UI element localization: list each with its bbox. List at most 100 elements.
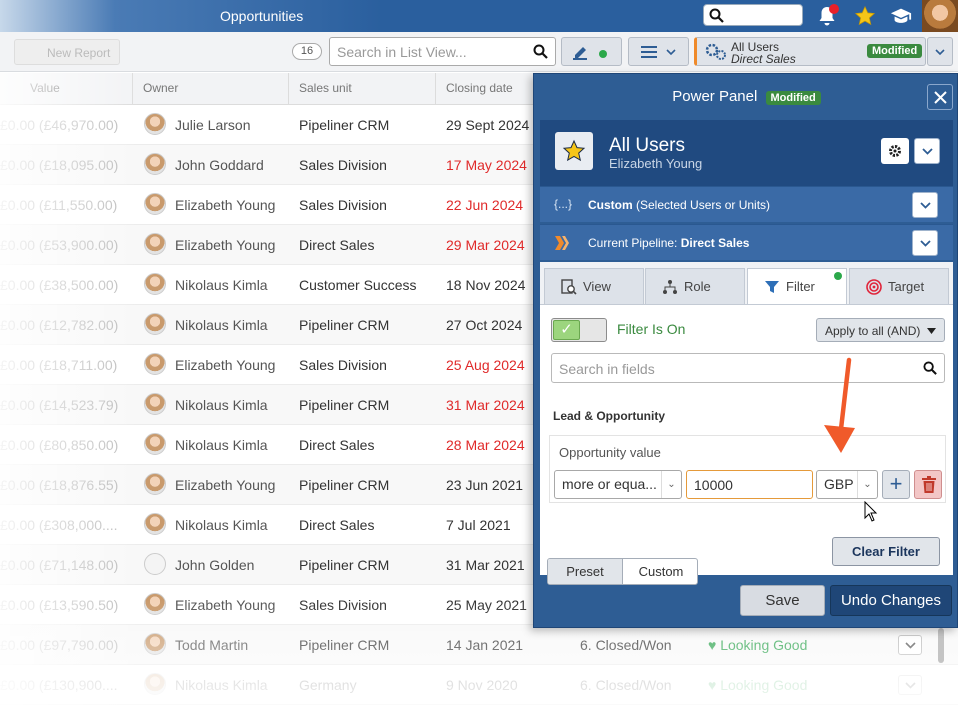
table-row[interactable]: £0.00 (£130,900.... Nikolaus Kimla Germany… <box>0 665 958 705</box>
tab-role[interactable]: Role <box>645 268 745 304</box>
operator-select[interactable]: more or equa... ⌄ <box>554 470 682 499</box>
apply-to-all-label: Apply to all (AND) <box>825 324 921 338</box>
owner-cell[interactable]: John Goddard <box>175 157 264 173</box>
pipeline-expand[interactable] <box>912 230 938 256</box>
column-divider[interactable] <box>288 73 289 105</box>
notifications-button[interactable] <box>816 4 839 30</box>
table-scrollbar[interactable] <box>938 628 944 663</box>
custom-button[interactable]: Custom <box>624 559 697 584</box>
tab-filter[interactable]: Filter <box>747 268 847 305</box>
chevron-down-icon <box>935 49 945 56</box>
owner-cell[interactable]: Julie Larson <box>175 117 251 133</box>
save-button[interactable]: Save <box>740 585 825 616</box>
delete-condition-button[interactable] <box>914 470 942 499</box>
value-cell: £0.00 (£97,790.00) <box>0 637 119 653</box>
closing-date-cell: 31 Mar 2021 <box>446 557 525 573</box>
pipeline-icon <box>555 236 569 250</box>
owner-cell[interactable]: Nikolaus Kimla <box>175 517 268 533</box>
owner-avatar <box>144 633 166 655</box>
owner-avatar <box>144 393 166 415</box>
column-header-closing-date[interactable]: Closing date <box>446 81 513 95</box>
profile-selector[interactable]: All Users Direct Sales Modified <box>694 37 926 66</box>
column-divider[interactable] <box>435 73 436 105</box>
custom-scope-expand[interactable] <box>912 192 938 218</box>
owner-avatar <box>144 113 166 135</box>
row-expand-button[interactable] <box>898 675 922 695</box>
column-header-value[interactable]: Value <box>30 81 60 95</box>
owner-cell[interactable]: Nikolaus Kimla <box>175 437 268 453</box>
profile-title: All Users <box>609 135 686 156</box>
academy-button[interactable] <box>890 5 912 30</box>
list-toolbar: New Report 16 Search in List View... All… <box>0 32 958 72</box>
sales-unit-cell: Sales Division <box>299 197 387 213</box>
owner-cell[interactable]: Elizabeth Young <box>175 197 275 213</box>
sales-unit-cell: Direct Sales <box>299 517 375 533</box>
clear-filter-button[interactable]: Clear Filter <box>832 537 940 566</box>
heart-icon: ♥ <box>708 677 717 693</box>
list-view-button[interactable] <box>628 37 689 66</box>
highlighter-button[interactable] <box>561 37 622 66</box>
power-panel: Power Panel Modified All Users Elizabeth… <box>533 73 958 628</box>
favorite-toggle[interactable] <box>555 132 593 170</box>
owner-cell[interactable]: Nikolaus Kimla <box>175 277 268 293</box>
value-cell: £0.00 (£308,000.... <box>0 517 118 533</box>
owner-avatar <box>144 153 166 175</box>
profile-expand-button[interactable] <box>914 138 940 164</box>
table-row[interactable]: £0.00 (£97,790.00) Todd Martin Pipeliner C… <box>0 625 958 665</box>
profile-settings-button[interactable] <box>881 138 909 164</box>
filter-toggle[interactable]: ✓ <box>551 318 607 342</box>
custom-scope-row[interactable]: {...} Custom (Selected Users or Units) <box>540 186 953 222</box>
tab-target[interactable]: Target <box>849 268 949 304</box>
health-cell: ♥ Looking Good <box>708 677 807 693</box>
sales-unit-cell: Pipeliner CRM <box>299 317 390 333</box>
mouse-cursor <box>864 501 878 522</box>
sales-unit-cell: Pipeliner CRM <box>299 637 390 653</box>
panel-body: View Role Filter Target ✓ Filter Is On A… <box>540 262 953 585</box>
add-condition-button[interactable]: + <box>882 470 910 499</box>
undo-changes-button[interactable]: Undo Changes <box>830 585 952 616</box>
favorites-button[interactable] <box>854 5 876 30</box>
currency-select[interactable]: GBP ⌄ <box>816 470 878 499</box>
sales-unit-cell: Pipeliner CRM <box>299 117 390 133</box>
closing-date-cell: 18 Nov 2024 <box>446 277 526 293</box>
apply-to-all-dropdown[interactable]: Apply to all (AND) <box>816 318 945 342</box>
owner-cell[interactable]: Elizabeth Young <box>175 357 275 373</box>
owner-cell[interactable]: Elizabeth Young <box>175 477 275 493</box>
owner-cell[interactable]: Nikolaus Kimla <box>175 317 268 333</box>
close-button[interactable] <box>927 84 953 110</box>
list-search-input[interactable]: Search in List View... <box>329 37 556 66</box>
preset-button[interactable]: Preset <box>548 559 623 584</box>
field-search-input[interactable]: Search in fields <box>551 353 945 383</box>
column-divider[interactable] <box>132 73 133 105</box>
owner-cell[interactable]: John Golden <box>175 557 254 573</box>
profile-owner: Elizabeth Young <box>609 156 703 171</box>
closing-date-cell: 17 May 2024 <box>446 157 527 173</box>
column-header-sales-unit[interactable]: Sales unit <box>299 81 352 95</box>
tab-view[interactable]: View <box>544 268 644 304</box>
braces-icon: {...} <box>554 197 573 211</box>
owner-cell[interactable]: Nikolaus Kimla <box>175 397 268 413</box>
owner-avatar <box>144 193 166 215</box>
owner-cell[interactable]: Elizabeth Young <box>175 237 275 253</box>
amount-input[interactable]: 10000 <box>686 470 813 499</box>
pipeline-label: Current Pipeline: Direct Sales <box>588 236 749 250</box>
user-avatar[interactable] <box>922 0 958 32</box>
page-title: Opportunities <box>220 8 304 24</box>
filter-status: Filter Is On <box>617 321 686 337</box>
closing-date-cell: 29 Mar 2024 <box>446 237 525 253</box>
chevron-down-icon <box>905 682 916 689</box>
value-cell: £0.00 (£14,523.79) <box>0 397 119 413</box>
active-indicator <box>599 50 607 58</box>
owner-cell[interactable]: Elizabeth Young <box>175 597 275 613</box>
row-expand-button[interactable] <box>898 635 922 655</box>
pipeline-row[interactable]: Current Pipeline: Direct Sales <box>540 224 953 260</box>
owner-cell[interactable]: Nikolaus Kimla <box>175 677 268 693</box>
heart-icon: ♥ <box>708 637 717 653</box>
star-icon <box>562 139 586 162</box>
owner-cell[interactable]: Todd Martin <box>175 637 248 653</box>
view-icon <box>561 279 577 295</box>
profile-menu-button[interactable] <box>927 37 953 66</box>
column-header-owner[interactable]: Owner <box>143 81 178 95</box>
global-search[interactable] <box>703 4 803 26</box>
new-report-button[interactable]: New Report <box>14 39 120 65</box>
